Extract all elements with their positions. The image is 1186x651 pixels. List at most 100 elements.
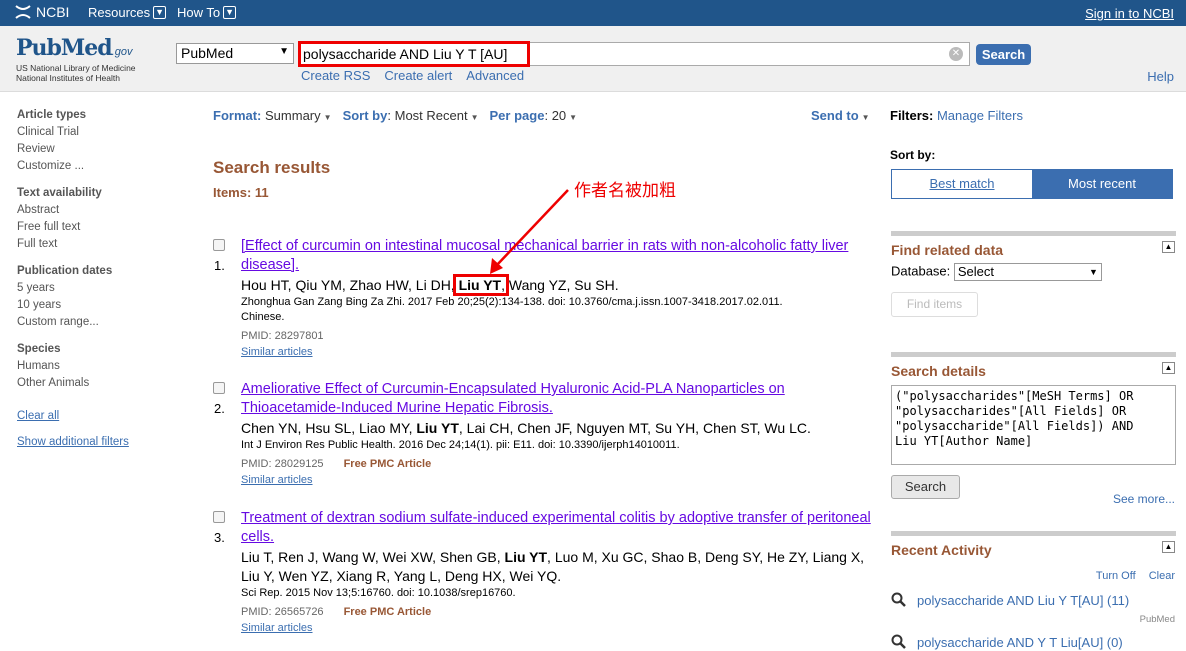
perpage-dropdown[interactable]: Per page: 20 ▼ <box>490 108 578 128</box>
signin-link[interactable]: Sign in to NCBI <box>1085 6 1174 21</box>
best-match-button[interactable]: Best match <box>892 170 1032 198</box>
chevron-down-icon: ▼ <box>223 6 237 19</box>
left-filter-sidebar: Article types Clinical Trial Review Cust… <box>17 109 167 448</box>
filter-group-title: Publication dates <box>17 265 113 277</box>
result-source: Int J Environ Res Public Health. 2016 De… <box>241 439 680 451</box>
perpage-sep: : <box>544 108 549 123</box>
filter-group-article-types: Article types Clinical Trial Review Cust… <box>17 109 167 175</box>
filter-item[interactable]: Free full text <box>17 219 167 236</box>
format-value: Summary <box>265 108 321 123</box>
send-to-dropdown[interactable]: Send to ▼ <box>811 108 870 123</box>
recent-activity-item[interactable]: polysaccharide AND Y T Liu[AU] (0) <box>891 634 1123 650</box>
clear-link[interactable]: Clear <box>1149 570 1175 582</box>
ncbi-logo[interactable]: NCBI <box>14 4 69 20</box>
show-additional-filters-link[interactable]: Show additional filters <box>17 436 167 448</box>
create-alert-link[interactable]: Create alert <box>384 68 452 83</box>
find-related-panel: Find related data ▲ Database: Select ▼ Fi… <box>891 231 1176 317</box>
related-database-select[interactable]: Select ▼ <box>953 263 1102 281</box>
sort-label: Sort by <box>342 108 388 123</box>
results-main: Format: Summary ▼ Sort by: Most Recent ▼ P… <box>213 108 873 634</box>
collapse-icon[interactable]: ▲ <box>1162 541 1175 553</box>
find-related-title: Find related data <box>891 242 1004 258</box>
result-checkbox[interactable] <box>213 239 225 251</box>
filter-item[interactable]: 10 years <box>17 297 167 314</box>
logo-line2: National Institutes of Health <box>16 73 120 83</box>
filter-item[interactable]: Humans <box>17 358 167 375</box>
turn-off-link[interactable]: Turn Off <box>1096 570 1136 582</box>
authors-text: Hou HT, Qiu YM, Zhao HW, Li DH, <box>241 277 459 293</box>
recent-activity-controls: Turn Off Clear <box>1086 570 1175 582</box>
recent-activity-panel: Recent Activity ▲ Turn Off Clear polysac… <box>891 531 1176 651</box>
filter-item[interactable]: Abstract <box>17 202 167 219</box>
search-button[interactable]: Search <box>976 44 1031 65</box>
filter-item[interactable]: Review <box>17 141 167 158</box>
result-source: Sci Rep. 2015 Nov 13;5:16760. doi: 10.10… <box>241 587 516 599</box>
collapse-icon[interactable]: ▲ <box>1162 241 1175 253</box>
filter-item[interactable]: 5 years <box>17 280 167 297</box>
database-select-value: PubMed <box>181 45 234 61</box>
filter-group-title: Species <box>17 343 61 355</box>
manage-filters-link[interactable]: Manage Filters <box>937 108 1023 123</box>
results-toolbar: Format: Summary ▼ Sort by: Most Recent ▼ P… <box>213 108 873 128</box>
result-source: Zhonghua Gan Zang Bing Za Zhi. 2017 Feb … <box>241 296 783 308</box>
sort-by-label: Sort by: <box>890 148 936 162</box>
free-pmc-badge[interactable]: Free PMC Article <box>344 606 432 618</box>
search-icon <box>891 592 906 607</box>
free-pmc-badge[interactable]: Free PMC Article <box>344 458 432 470</box>
clear-search-icon[interactable]: ✕ <box>949 47 963 61</box>
database-select[interactable]: PubMed ▼ <box>176 43 294 64</box>
result-checkbox[interactable] <box>213 382 225 394</box>
filter-item[interactable]: Customize ... <box>17 158 167 175</box>
filter-item[interactable]: Full text <box>17 236 167 253</box>
dropdown-arrow-icon: ▼ <box>1088 267 1098 277</box>
filter-item[interactable]: Custom range... <box>17 314 167 331</box>
howto-menu[interactable]: How To ▼ <box>177 5 237 20</box>
sort-dropdown[interactable]: Sort by: Most Recent ▼ <box>343 108 479 128</box>
result-title-link[interactable]: Treatment of dextran sodium sulfate-indu… <box>241 509 871 547</box>
result-authors: Liu T, Ren J, Wang W, Wei XW, Shen GB, L… <box>241 548 871 586</box>
similar-articles-link[interactable]: Similar articles <box>241 472 871 488</box>
see-more-link[interactable]: See more... <box>1113 492 1175 506</box>
result-authors: Hou HT, Qiu YM, Zhao HW, Li DH, Liu YT, … <box>241 276 871 295</box>
recent-activity-source: PubMed <box>1139 614 1175 625</box>
result-language: Chinese. <box>241 311 285 323</box>
details-search-button[interactable]: Search <box>891 475 960 499</box>
similar-articles-link[interactable]: Similar articles <box>241 344 871 360</box>
authors-text: Chen YN, Hsu SL, Liao MY, <box>241 420 417 436</box>
ncbi-helix-icon <box>15 5 31 19</box>
format-dropdown[interactable]: Format: Summary ▼ <box>213 108 332 128</box>
filter-item[interactable]: Other Animals <box>17 375 167 392</box>
result-checkbox[interactable] <box>213 511 225 523</box>
clear-all-link[interactable]: Clear all <box>17 410 167 422</box>
pubmed-logo[interactable]: PubMed.gov US National Library of Medici… <box>16 35 136 83</box>
author-highlight-box <box>453 274 509 296</box>
result-pmid: PMID: 28297801 <box>241 328 871 344</box>
sort-value: Most Recent <box>394 108 468 123</box>
search-sublinks: Create RSS Create alert Advanced <box>301 68 524 83</box>
search-details-title: Search details <box>891 363 986 379</box>
similar-articles-link[interactable]: Similar articles <box>241 620 871 636</box>
caret-down-icon: ▼ <box>470 113 479 122</box>
authors-text: , Wang YZ, Su SH. <box>501 277 619 293</box>
caret-down-icon: ▼ <box>569 113 578 122</box>
create-rss-link[interactable]: Create RSS <box>301 68 370 83</box>
advanced-link[interactable]: Advanced <box>466 68 524 83</box>
filter-item[interactable]: Clinical Trial <box>17 124 167 141</box>
collapse-icon[interactable]: ▲ <box>1162 362 1175 374</box>
search-details-textarea[interactable]: ("polysaccharides"[MeSH Terms] OR "polys… <box>891 385 1176 465</box>
recent-activity-item[interactable]: polysaccharide AND Liu Y T[AU] (11) <box>891 592 1129 608</box>
right-sidebar: Filters: Manage Filters Sort by: Best ma… <box>890 108 1176 650</box>
resources-menu[interactable]: Resources ▼ <box>88 5 167 20</box>
filter-group-title: Text availability <box>17 187 102 199</box>
perpage-value: 20 <box>551 108 567 123</box>
result-title-link[interactable]: Ameliorative Effect of Curcumin-Encapsul… <box>241 380 871 418</box>
result-pmid: PMID: 26565726 Free PMC Article <box>241 604 871 620</box>
help-link[interactable]: Help <box>1147 69 1174 84</box>
most-recent-button[interactable]: Most recent <box>1032 170 1172 198</box>
pmid-text: PMID: 28029125 <box>241 458 324 470</box>
authors-text: , Lai CH, Chen JF, Nguyen MT, Su YH, Che… <box>458 420 811 436</box>
result-pmid: PMID: 28029125 Free PMC Article <box>241 456 871 472</box>
logo-main: PubMed <box>16 35 113 61</box>
result-title-link[interactable]: [Effect of curcumin on intestinal mucosa… <box>241 237 871 275</box>
find-items-button[interactable]: Find items <box>891 292 978 317</box>
